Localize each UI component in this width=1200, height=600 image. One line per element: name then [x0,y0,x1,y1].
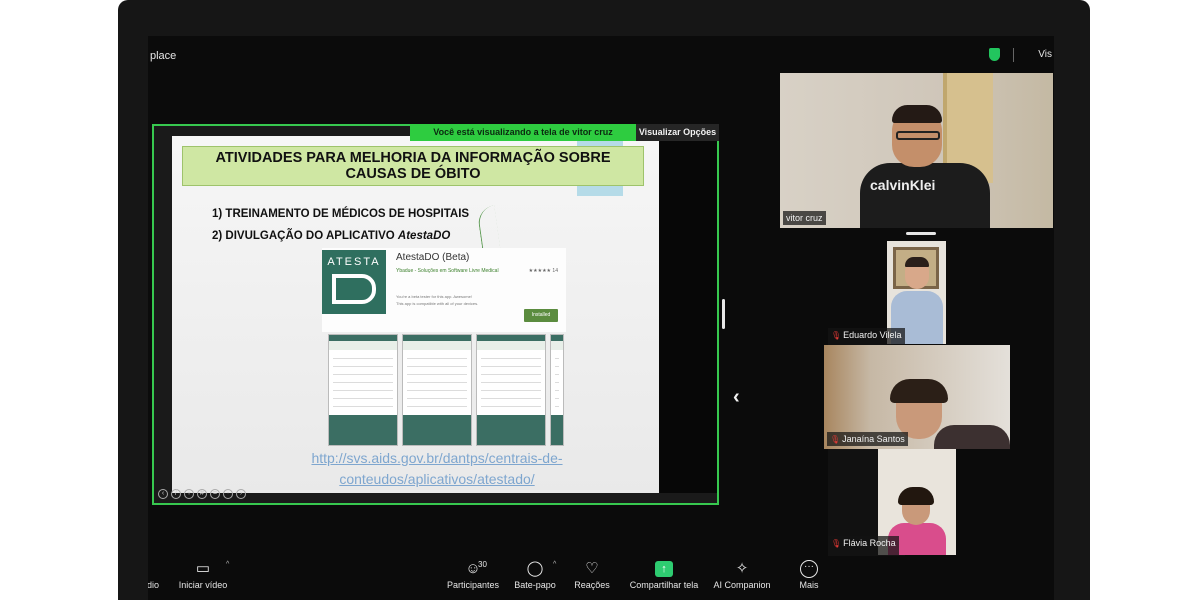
video-tile-presenter[interactable]: calvinKlei vitor cruz [780,73,1053,228]
audio-button[interactable]: dio [148,558,160,590]
heart-icon: ♡ [585,560,599,577]
participants-button[interactable]: ☺ 30 Participantes [440,558,506,590]
more-label: Mais [799,580,819,590]
app-note-compat: This app is compatible with all of your … [396,301,479,306]
ai-companion-button[interactable]: ✧ AI Companion [712,558,772,590]
app-screenshot [476,334,546,446]
security-shield-icon[interactable] [989,48,1000,61]
chat-label: Bate-papo [514,580,556,590]
app-rating: ★★★★★ 14 [528,268,558,274]
view-options-button[interactable]: Visualizar Opções [636,124,719,141]
pane-resize-handle[interactable] [722,299,725,329]
share-screen-button[interactable]: ↑ Compartilhar tela [624,558,704,590]
presentation-controls: ‹ / + # = - › [158,489,246,501]
app-logo-mark-icon [332,274,376,304]
more-button[interactable]: ··· Mais [794,558,824,590]
participant-chair [934,425,1010,449]
app-store-card: ATESTA AtestaDO (Beta) Ybadue - Soluções… [322,248,566,332]
app-screenshot [328,334,398,446]
app-note-beta: You're a beta tester for this app. Aweso… [396,294,472,299]
participant-hair [905,257,929,267]
slide-heading-line2: CAUSAS DE ÓBITO [345,166,481,182]
next-slide-icon[interactable]: › [236,489,246,499]
view-menu[interactable]: Vis [1038,49,1052,60]
slide-bullet-2-app: AtestaDO [397,230,451,242]
audio-label: dio [148,580,159,590]
participants-count: 30 [478,560,487,569]
slide-heading-line1: ATIVIDADES PARA MELHORIA DA INFORMAÇÃO S… [215,150,611,166]
slide-link-line2: conteudos/aplicativos/atestado/ [339,471,535,487]
app-logo: ATESTA [322,250,386,314]
participant-glasses [896,131,940,140]
shared-screen: ATIVIDADES PARA MELHORIA DA INFORMAÇÃO S… [152,124,719,505]
app-screenshot [550,334,564,446]
app-screenshot [402,334,472,446]
sparkle-icon: ✧ [735,560,749,577]
app-logo-text: ATESTA [327,256,381,268]
video-label: Iniciar vídeo [178,580,228,590]
slide-margin [659,136,717,493]
participants-icon: ☺ [465,560,481,577]
gallery-resize-handle[interactable] [906,232,936,235]
app-screenshots [328,334,564,446]
participant-name: vitor cruz [783,211,826,225]
more-icon: ··· [794,558,824,580]
app-developer: Ybadue - Soluções em Software Livre Medi… [396,268,499,274]
shirt-print: calvinKlei [870,177,936,193]
chevron-up-icon[interactable]: ^ [226,561,229,568]
meeting-window: place Vis ATIVIDADES PARA MELHORIA DA IN… [148,36,1054,600]
app-title: AtestaDO (Beta) [396,252,470,263]
participant-hair [892,105,942,123]
participant-hair [890,379,948,403]
previous-slide-icon[interactable]: ‹ [158,489,168,499]
meeting-toolbar: dio ▭ Iniciar vídeo ^ ☺ 30 Participantes… [148,556,1054,600]
window-title: place [150,50,177,62]
grid-icon[interactable]: # [197,489,207,499]
share-notice-bar: Você está visualizando a tela de vitor c… [410,124,636,141]
chevron-up-icon[interactable]: ^ [553,561,556,568]
slide-bullet-2: 2) DIVULGAÇÃO DO APLICATIVO AtestaDO [212,230,450,242]
slide-link: http://svs.aids.gov.br/dantps/centrais-d… [242,448,632,490]
chat-button[interactable]: ◯ Bate-papo ^ [509,558,561,590]
participant-name: Janaína Santos [827,432,908,446]
installed-button: Installed [524,309,558,322]
participants-label: Participantes [446,580,500,590]
title-bar: place Vis [148,36,1054,72]
slide-heading-box: ATIVIDADES PARA MELHORIA DA INFORMAÇÃO S… [182,146,644,186]
reactions-button[interactable]: ♡ Reações [571,558,613,590]
video-tile[interactable]: Janaína Santos [824,345,1010,449]
participant-shirt: calvinKlei [860,163,990,228]
participant-hair [898,487,934,505]
pen-icon[interactable]: / [171,489,181,499]
zoom-icon[interactable]: + [184,489,194,499]
share-screen-icon: ↑ [624,558,704,580]
participant-video: calvinKlei [860,105,990,228]
title-divider [1013,48,1014,62]
microphone-icon [148,558,160,580]
presentation-slide: ATIVIDADES PARA MELHORIA DA INFORMAÇÃO S… [172,136,659,493]
chevron-left-icon[interactable]: ‹ [733,386,740,409]
subtitles-icon[interactable]: = [210,489,220,499]
video-camera-off-icon: ▭ [195,560,211,577]
ai-companion-label: AI Companion [713,580,771,590]
share-screen-label: Compartilhar tela [629,580,699,590]
reactions-label: Reações [574,580,610,590]
menu-icon[interactable]: - [223,489,233,499]
slide-heading: ATIVIDADES PARA MELHORIA DA INFORMAÇÃO S… [183,150,643,182]
slide-bullet-1: 1) TREINAMENTO DE MÉDICOS DE HOSPITAIS [212,208,470,220]
start-video-button[interactable]: ▭ Iniciar vídeo ^ [176,558,230,590]
slide-link-line1: http://svs.aids.gov.br/dantps/centrais-d… [311,450,563,466]
slide-bullet-2-text: 2) DIVULGAÇÃO DO APLICATIVO [212,230,398,242]
